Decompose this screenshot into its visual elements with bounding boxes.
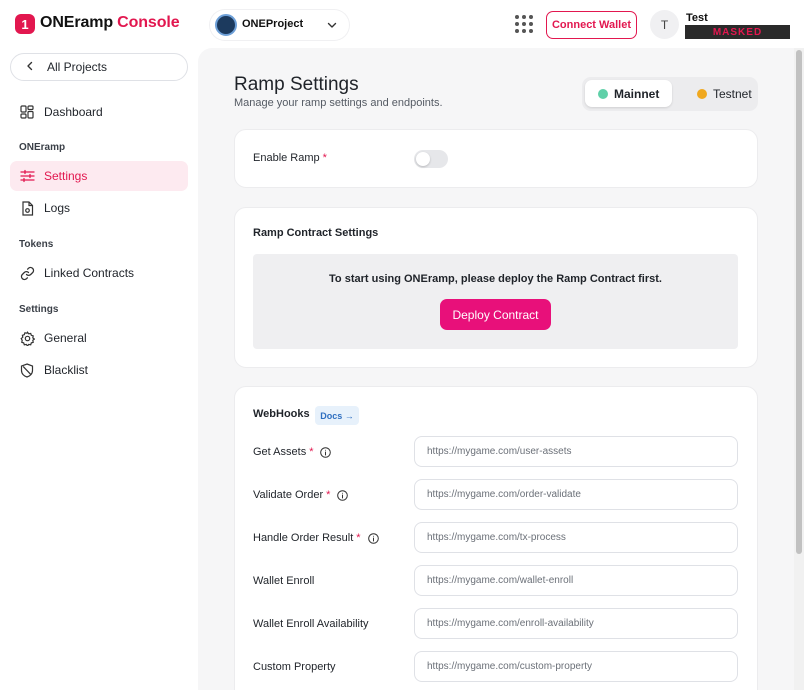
sidebar-item-label: Logs xyxy=(44,201,71,215)
toggle-knob xyxy=(416,152,430,166)
project-avatar xyxy=(215,14,237,36)
dashboard-icon xyxy=(19,104,35,120)
required-marker: * xyxy=(326,489,331,501)
section-heading-oneramp: ONEramp xyxy=(19,142,66,153)
docs-link[interactable]: Docs → xyxy=(315,406,359,425)
info-icon[interactable] xyxy=(320,446,332,458)
info-icon[interactable] xyxy=(367,532,379,544)
validate-order-url-input[interactable] xyxy=(414,479,738,510)
chevron-left-icon xyxy=(25,58,35,76)
ramp-contract-card: Ramp Contract Settings To start using ON… xyxy=(234,207,758,368)
logo[interactable]: ONEramp Console xyxy=(40,14,180,32)
field-label-text: Handle Order Result xyxy=(253,532,354,544)
field-label-text: Wallet Enroll Availability xyxy=(253,618,369,630)
network-toggle: Mainnet Testnet xyxy=(582,77,758,111)
link-icon xyxy=(19,265,35,281)
logo-name: ONEramp xyxy=(40,14,114,31)
wallet-enroll-url-input[interactable] xyxy=(414,565,738,596)
sidebar-item-label: General xyxy=(44,331,87,345)
field-label-text: Get Assets xyxy=(253,446,307,458)
field-label-text: Validate Order xyxy=(253,489,324,501)
webhook-label-handle-order-result: Handle Order Result * xyxy=(253,532,379,544)
enable-ramp-toggle[interactable] xyxy=(414,150,448,168)
sidebar: All Projects Dashboard ONEramp Settings … xyxy=(0,48,198,690)
shield-blocked-icon xyxy=(19,362,35,378)
sidebar-item-settings[interactable]: Settings xyxy=(10,161,188,191)
sidebar-item-dashboard[interactable]: Dashboard xyxy=(10,97,188,127)
user-avatar[interactable]: T xyxy=(650,10,679,39)
wallet-enroll-availability-url-input[interactable] xyxy=(414,608,738,639)
network-option-mainnet[interactable]: Mainnet xyxy=(585,80,672,107)
custom-property-url-input[interactable] xyxy=(414,651,738,682)
handle-order-result-url-input[interactable] xyxy=(414,522,738,553)
document-icon xyxy=(19,200,35,216)
webhook-label-get-assets: Get Assets * xyxy=(253,446,332,458)
page-title: Ramp Settings xyxy=(234,74,359,95)
all-projects-button[interactable]: All Projects xyxy=(10,53,188,81)
testnet-status-dot xyxy=(697,88,707,99)
ramp-contract-title: Ramp Contract Settings xyxy=(253,227,379,239)
field-label-text: Enable Ramp xyxy=(253,152,320,164)
section-heading-settings: Settings xyxy=(19,304,59,315)
connect-wallet-button[interactable]: Connect Wallet xyxy=(546,11,637,39)
enable-ramp-card: Enable Ramp * xyxy=(234,129,758,188)
field-label-text: Wallet Enroll xyxy=(253,575,315,587)
info-icon[interactable] xyxy=(337,489,349,501)
main-content: Ramp Settings Manage your ramp settings … xyxy=(198,48,794,690)
project-name: ONEProject xyxy=(242,18,304,30)
apps-grid-icon[interactable] xyxy=(515,15,533,33)
required-marker: * xyxy=(356,532,361,544)
deploy-contract-message: To start using ONEramp, please deploy th… xyxy=(329,273,662,285)
webhooks-card: WebHooks Docs → Get Assets * Validate Or… xyxy=(234,386,758,690)
sidebar-item-logs[interactable]: Logs xyxy=(10,193,188,223)
required-marker: * xyxy=(322,152,327,164)
deploy-contract-button[interactable]: Deploy Contract xyxy=(440,299,551,330)
project-selector[interactable]: ONEProject xyxy=(210,10,349,40)
required-marker: * xyxy=(309,446,314,458)
deploy-contract-panel: To start using ONEramp, please deploy th… xyxy=(253,254,738,349)
logo-suffix: Console xyxy=(117,14,180,31)
webhooks-title: WebHooks xyxy=(253,408,310,420)
webhook-label-validate-order: Validate Order * xyxy=(253,489,349,501)
sidebar-item-label: Linked Contracts xyxy=(44,266,135,280)
top-bar: 1 ONEramp Console ONEProject Connect Wall… xyxy=(0,0,804,48)
logo-badge: 1 xyxy=(15,14,35,34)
network-option-label: Mainnet xyxy=(614,86,660,101)
user-email-masked: MASKED xyxy=(685,25,790,39)
mainnet-status-dot xyxy=(598,88,608,99)
network-option-label: Testnet xyxy=(713,86,752,101)
user-name: Test xyxy=(686,12,708,24)
webhook-label-wallet-enroll: Wallet Enroll xyxy=(253,575,314,587)
get-assets-url-input[interactable] xyxy=(414,436,738,467)
sliders-icon xyxy=(19,168,35,184)
sidebar-item-label: Blacklist xyxy=(44,363,89,377)
page-subtitle: Manage your ramp settings and endpoints. xyxy=(234,97,443,109)
webhook-label-wallet-enroll-availability: Wallet Enroll Availability xyxy=(253,618,369,630)
sidebar-item-general[interactable]: General xyxy=(10,323,188,353)
page-scrollbar[interactable] xyxy=(794,48,804,690)
section-heading-tokens: Tokens xyxy=(19,239,54,250)
webhook-label-custom-property: Custom Property xyxy=(253,661,336,673)
chevron-down-icon xyxy=(326,18,338,36)
sidebar-item-linked-contracts[interactable]: Linked Contracts xyxy=(10,258,188,288)
sidebar-item-label: Settings xyxy=(44,169,88,183)
network-option-testnet[interactable]: Testnet xyxy=(684,80,754,107)
gear-icon xyxy=(19,330,35,346)
scrollbar-thumb[interactable] xyxy=(796,50,802,554)
all-projects-label: All Projects xyxy=(47,60,108,74)
sidebar-item-label: Dashboard xyxy=(44,105,103,119)
enable-ramp-label: Enable Ramp * xyxy=(253,152,327,164)
sidebar-item-blacklist[interactable]: Blacklist xyxy=(10,355,188,385)
field-label-text: Custom Property xyxy=(253,661,336,673)
